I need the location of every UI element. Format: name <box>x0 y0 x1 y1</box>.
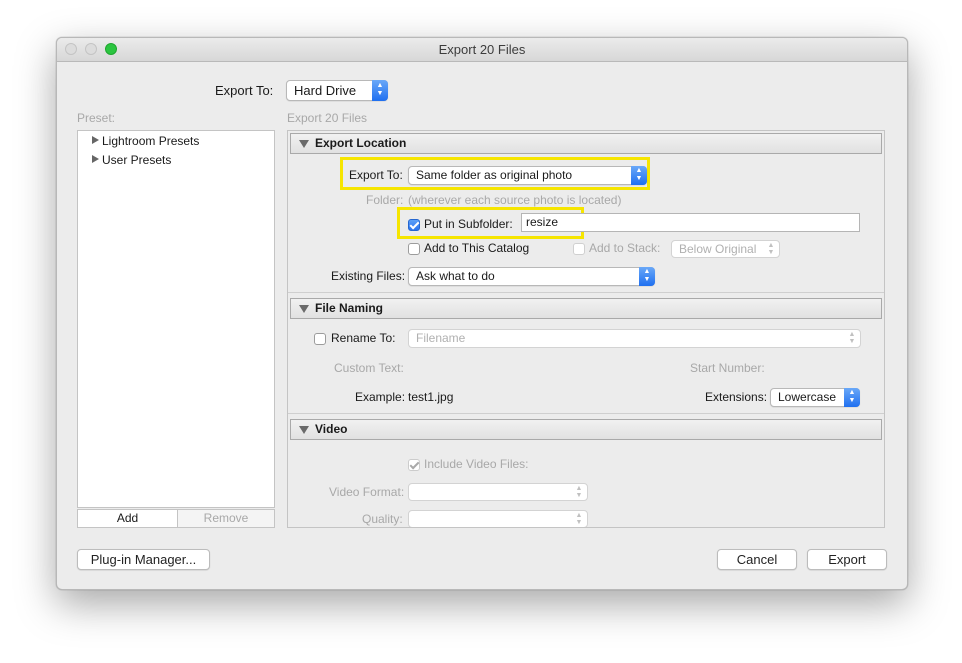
export-to-label: Export To: <box>215 83 274 98</box>
subfolder-input[interactable]: resize <box>521 213 860 232</box>
window-title: Export 20 Files <box>438 42 526 57</box>
file-naming-header[interactable]: File Naming <box>290 298 882 319</box>
location-export-to-label: Export To: <box>349 168 403 182</box>
quality-label: Quality: <box>362 512 403 526</box>
stack-position-popup[interactable]: Below Original ▲ ▼ <box>671 240 780 258</box>
export-dialog: Export 20 Files Export To: Hard Drive ▲ ▼… <box>56 37 908 590</box>
stack-position-value: Below Original <box>679 242 757 256</box>
plugin-manager-button[interactable]: Plug-in Manager... <box>77 549 210 570</box>
subfolder-label: Put in Subfolder: <box>424 217 513 231</box>
add-to-stack-checkbox[interactable] <box>573 243 585 255</box>
rename-label: Rename To: <box>331 331 396 345</box>
start-number-label: Start Number: <box>690 361 765 375</box>
rename-checkbox[interactable] <box>314 333 326 345</box>
rename-template-value: Filename <box>416 331 466 345</box>
chevron-updown-icon: ▲ ▼ <box>639 267 655 286</box>
chevron-updown-icon: ▲ ▼ <box>767 242 775 256</box>
rename-template-popup[interactable]: Filename ▲ ▼ <box>408 329 861 348</box>
folder-value: (wherever each source photo is located) <box>408 193 622 207</box>
extensions-popup[interactable]: Lowercase ▲ ▼ <box>770 388 860 407</box>
location-export-to-value: Same folder as original photo <box>416 168 573 182</box>
chevron-updown-icon: ▲ ▼ <box>575 485 583 499</box>
section-divider <box>288 413 884 414</box>
preset-item-label: User Presets <box>102 153 172 167</box>
existing-files-label: Existing Files: <box>331 269 406 283</box>
add-to-catalog-label: Add to This Catalog <box>424 241 530 255</box>
location-export-to-popup[interactable]: Same folder as original photo ▲ ▼ <box>408 166 647 185</box>
title-bar: Export 20 Files <box>57 38 907 62</box>
include-video-label: Include Video Files: <box>424 457 529 471</box>
disclosure-triangle-icon <box>92 136 99 144</box>
export-to-value: Hard Drive <box>294 83 357 98</box>
add-preset-button[interactable]: Add <box>78 510 178 527</box>
section-title: Export Location <box>315 136 407 150</box>
export-settings-panel: Export Location Export To: Same folder a… <box>287 130 885 528</box>
chevron-updown-icon: ▲ ▼ <box>844 388 860 407</box>
example-value: test1.jpg <box>408 390 454 404</box>
add-to-stack-label: Add to Stack: <box>589 241 661 255</box>
export-button[interactable]: Export <box>807 549 887 570</box>
chevron-updown-icon: ▲ ▼ <box>575 512 583 526</box>
disclosure-triangle-icon <box>299 140 309 148</box>
remove-preset-button[interactable]: Remove <box>178 510 274 527</box>
subfolder-checkbox[interactable] <box>408 219 420 231</box>
extensions-label: Extensions: <box>705 390 768 404</box>
video-header[interactable]: Video <box>290 419 882 440</box>
section-title: File Naming <box>315 301 384 315</box>
section-title: Video <box>315 422 348 436</box>
cancel-button[interactable]: Cancel <box>717 549 797 570</box>
include-video-checkbox[interactable] <box>408 459 420 471</box>
custom-text-label: Custom Text: <box>334 361 404 375</box>
section-divider <box>288 292 884 293</box>
preset-buttons: Add Remove <box>77 509 275 528</box>
extensions-value: Lowercase <box>778 390 837 404</box>
preset-item-lightroom[interactable]: Lightroom Presets <box>92 134 199 148</box>
preset-list[interactable]: Lightroom Presets User Presets <box>77 130 275 508</box>
disclosure-triangle-icon <box>299 305 309 313</box>
preset-item-label: Lightroom Presets <box>102 134 200 148</box>
disclosure-triangle-icon <box>92 155 99 163</box>
chevron-updown-icon: ▲ ▼ <box>631 166 647 185</box>
video-format-label: Video Format: <box>329 485 405 499</box>
folder-label: Folder: <box>366 193 404 207</box>
disclosure-triangle-icon <box>299 426 309 434</box>
example-label: Example: <box>355 390 406 404</box>
preset-label: Preset: <box>77 111 116 125</box>
existing-files-popup[interactable]: Ask what to do ▲ ▼ <box>408 267 655 286</box>
export-location-header[interactable]: Export Location <box>290 133 882 154</box>
chevron-updown-icon: ▲ ▼ <box>848 331 856 345</box>
quality-popup[interactable]: ▲ ▼ <box>408 510 588 527</box>
preset-item-user[interactable]: User Presets <box>92 153 171 167</box>
chevron-updown-icon: ▲ ▼ <box>372 80 388 101</box>
video-format-popup[interactable]: ▲ ▼ <box>408 483 588 501</box>
panel-title: Export 20 Files <box>287 111 368 125</box>
add-to-catalog-checkbox[interactable] <box>408 243 420 255</box>
export-to-popup[interactable]: Hard Drive ▲ ▼ <box>286 80 388 101</box>
existing-files-value: Ask what to do <box>416 269 495 283</box>
